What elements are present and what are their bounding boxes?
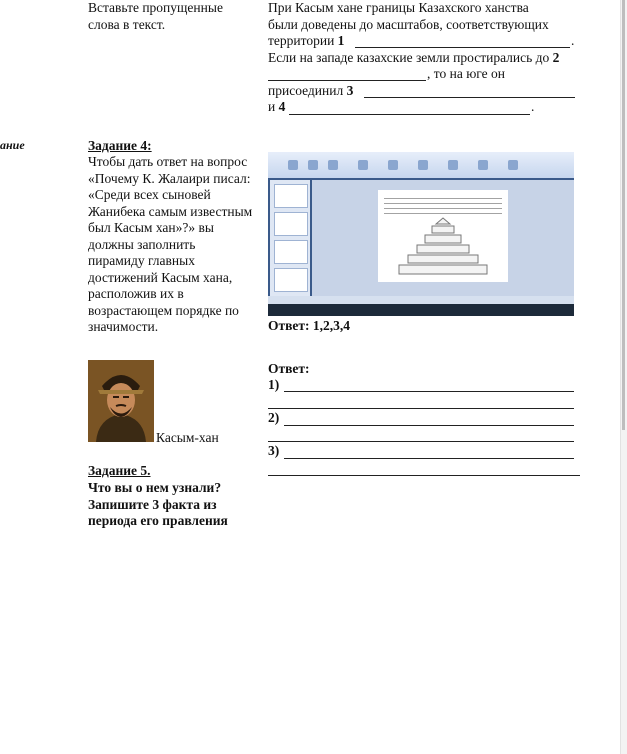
- task4-line: достижений Касым хана,: [88, 269, 233, 285]
- instruction-block: Вставьте пропущенные слова в текст.: [88, 0, 223, 33]
- blank-line-3[interactable]: [364, 97, 575, 98]
- task4-line: пирамиду главных: [88, 253, 195, 268]
- fill-line-2: были доведены до масштабов, соответствую…: [268, 16, 549, 32]
- task5-line: Что вы о нем узнали?: [88, 480, 222, 495]
- fill-line-3-text: территории: [268, 33, 338, 48]
- blank-number-4: 4: [278, 99, 286, 114]
- portrait-drawing: [88, 360, 154, 442]
- task4-text: Чтобы дать ответ на вопрос «Почему К. Жа…: [88, 154, 268, 336]
- fill-line-4-text: Если на западе казахские земли простирал…: [268, 49, 553, 65]
- vertical-scrollbar[interactable]: [620, 0, 627, 754]
- blank-4-period: .: [531, 99, 535, 114]
- blank-line-1[interactable]: [355, 47, 570, 48]
- task5-text: Что вы о нем узнали? Запишите 3 факта из…: [88, 480, 228, 530]
- answer-line-2b[interactable]: [268, 441, 574, 442]
- portrait-image: [88, 360, 154, 442]
- taskbar: [268, 304, 574, 316]
- slide-thumbnails: [270, 180, 310, 304]
- left-edge-label: ание: [0, 138, 25, 152]
- task4-line: «Среди всех сыновей: [88, 187, 211, 202]
- answer-number-2: 2): [268, 410, 280, 425]
- blank-number-2: 2: [552, 49, 560, 65]
- task5-answer-label: Ответ:: [268, 361, 310, 376]
- task4-line: Жанибека самым известным: [88, 203, 253, 219]
- answer-line-1b[interactable]: [268, 408, 574, 409]
- fill-line-4: Если на западе казахские земли простирал…: [268, 50, 598, 67]
- task4-answer: Ответ: 1,2,3,4: [268, 318, 351, 333]
- answer-line-1[interactable]: [284, 391, 574, 392]
- blank-number-1: 1: [337, 33, 345, 48]
- slide: [378, 190, 508, 282]
- task4-line: «Почему К. Жалаири писал:: [88, 170, 251, 186]
- fill-line-5-text: , то на юге он: [427, 66, 505, 81]
- task4-title: Задание 4:: [88, 138, 152, 153]
- fill-line-7-text: и: [268, 99, 279, 114]
- task5-line: периода его правления: [88, 513, 228, 528]
- blank-number-3: 3: [346, 82, 354, 98]
- ribbon-toolbar: [268, 152, 574, 178]
- task4-line: значимости.: [88, 319, 159, 334]
- portrait-caption: Касым-хан: [156, 430, 219, 445]
- task4-line: расположив их в: [88, 286, 184, 301]
- pyramid-shape: [398, 217, 488, 275]
- task4-line: возрастающем порядке по: [88, 302, 239, 318]
- answer-number-1: 1): [268, 377, 280, 392]
- blank-1-period: .: [571, 33, 575, 48]
- fill-in-text: При Касым хане границы Казахского ханств…: [268, 0, 598, 116]
- answer-line-3b[interactable]: [268, 475, 580, 476]
- task4-line: должны заполнить: [88, 236, 196, 252]
- instruction-line-1: Вставьте пропущенные: [88, 0, 223, 15]
- task4-line: Чтобы дать ответ на вопрос: [88, 154, 248, 169]
- task5-title: Задание 5.: [88, 463, 151, 478]
- presentation-screenshot: [268, 152, 574, 316]
- instruction-line-2: слова в текст.: [88, 16, 166, 32]
- answer-line-2[interactable]: [284, 425, 574, 426]
- task5-line: Запишите 3 факта из: [88, 496, 217, 512]
- slide-canvas: [312, 180, 574, 304]
- blank-line-2[interactable]: [268, 80, 426, 81]
- answer-number-3: 3): [268, 443, 280, 458]
- task4-line: был Касым хан»?» вы: [88, 220, 214, 235]
- status-bar: [268, 296, 574, 304]
- blank-line-4[interactable]: [289, 114, 530, 115]
- scrollbar-thumb[interactable]: [622, 0, 625, 430]
- fill-line-1: При Касым хане границы Казахского ханств…: [268, 0, 529, 15]
- fill-line-6-text: присоединил: [268, 82, 347, 98]
- answer-line-3[interactable]: [284, 458, 574, 459]
